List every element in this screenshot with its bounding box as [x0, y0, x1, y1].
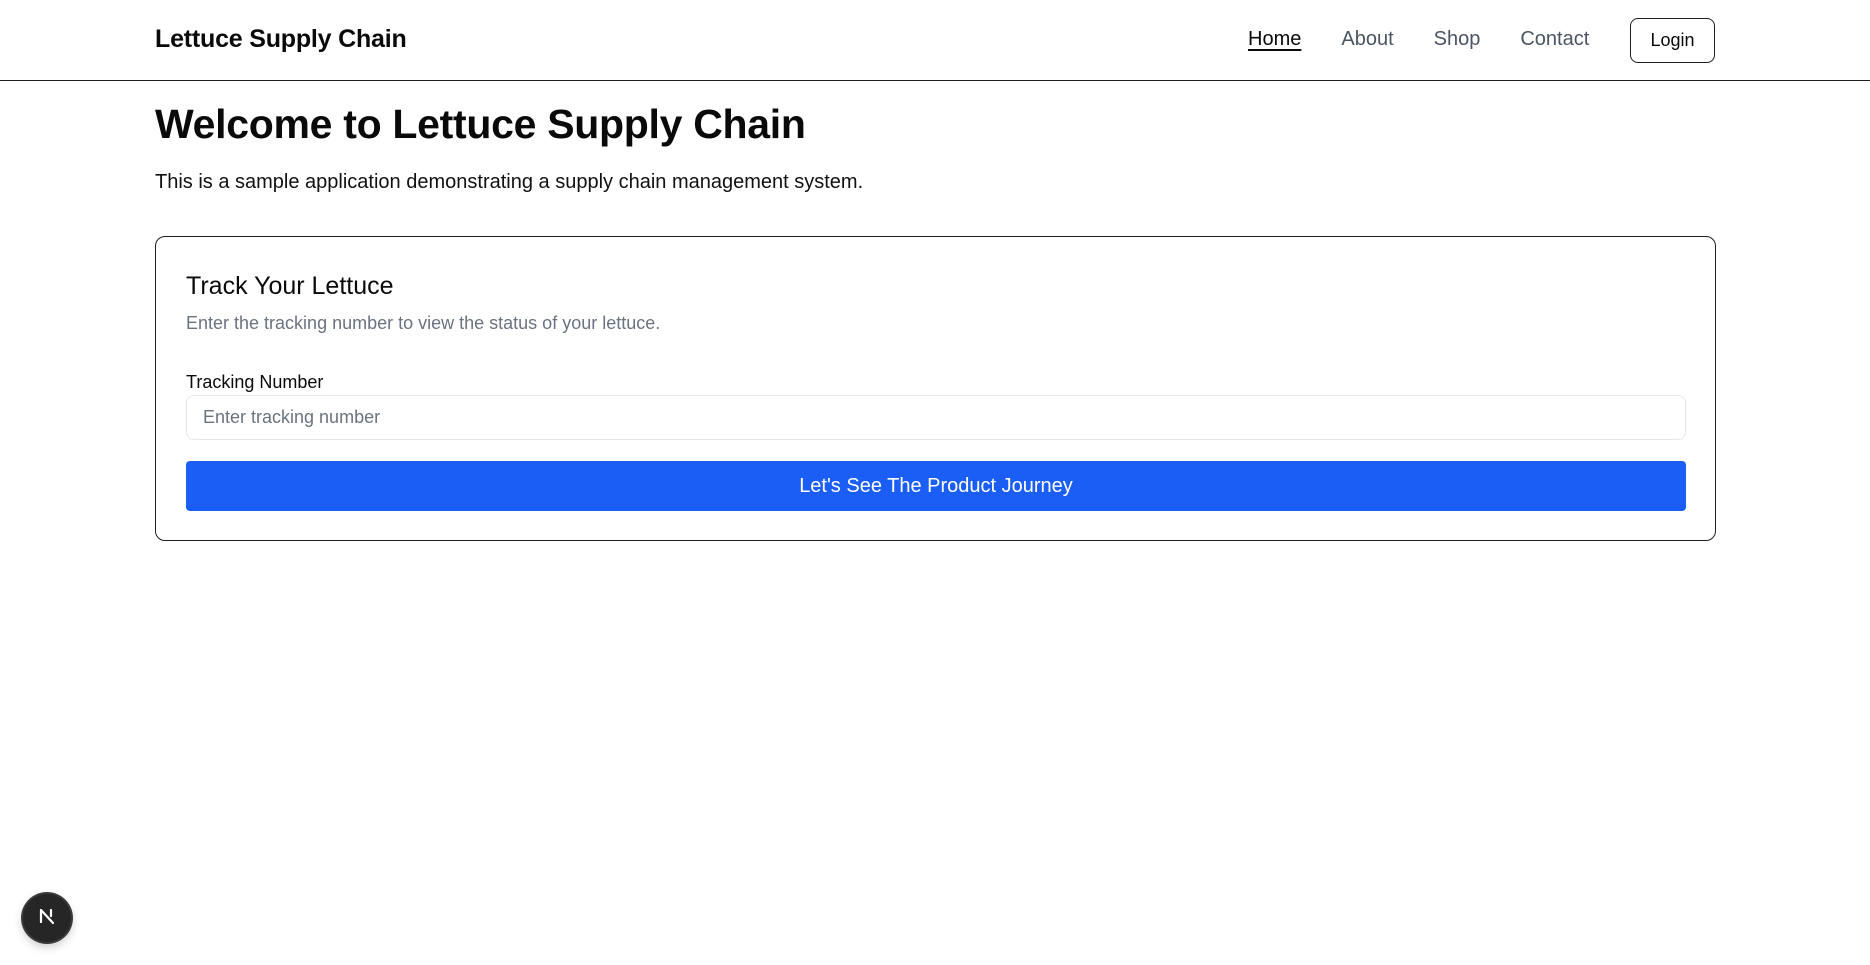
card-description: Enter the tracking number to view the st…	[186, 313, 661, 333]
nextjs-dev-badge[interactable]	[23, 894, 71, 942]
nav-link-about[interactable]: About	[1341, 28, 1393, 51]
page-description: This is a sample application demonstrati…	[155, 171, 864, 193]
nav-link-shop[interactable]: Shop	[1434, 28, 1481, 51]
login-button[interactable]: Login	[1630, 18, 1715, 63]
nav-link-home[interactable]: Home	[1248, 28, 1301, 51]
page-title: Welcome to Lettuce Supply Chain	[155, 101, 806, 147]
card-title: Track Your Lettuce	[186, 272, 394, 300]
site-header: Lettuce Supply Chain Home About Shop Con…	[0, 0, 1870, 81]
brand-name[interactable]: Lettuce Supply Chain	[155, 25, 407, 54]
nav-link-contact[interactable]: Contact	[1520, 28, 1589, 51]
main-nav: Home About Shop Contact	[1248, 28, 1589, 51]
track-lettuce-card: Track Your Lettuce Enter the tracking nu…	[155, 236, 1716, 541]
tracking-number-input[interactable]	[186, 395, 1686, 440]
product-journey-button[interactable]: Let's See The Product Journey	[186, 461, 1686, 511]
nextjs-logo-icon	[36, 905, 58, 932]
tracking-number-label: Tracking Number	[186, 372, 324, 392]
